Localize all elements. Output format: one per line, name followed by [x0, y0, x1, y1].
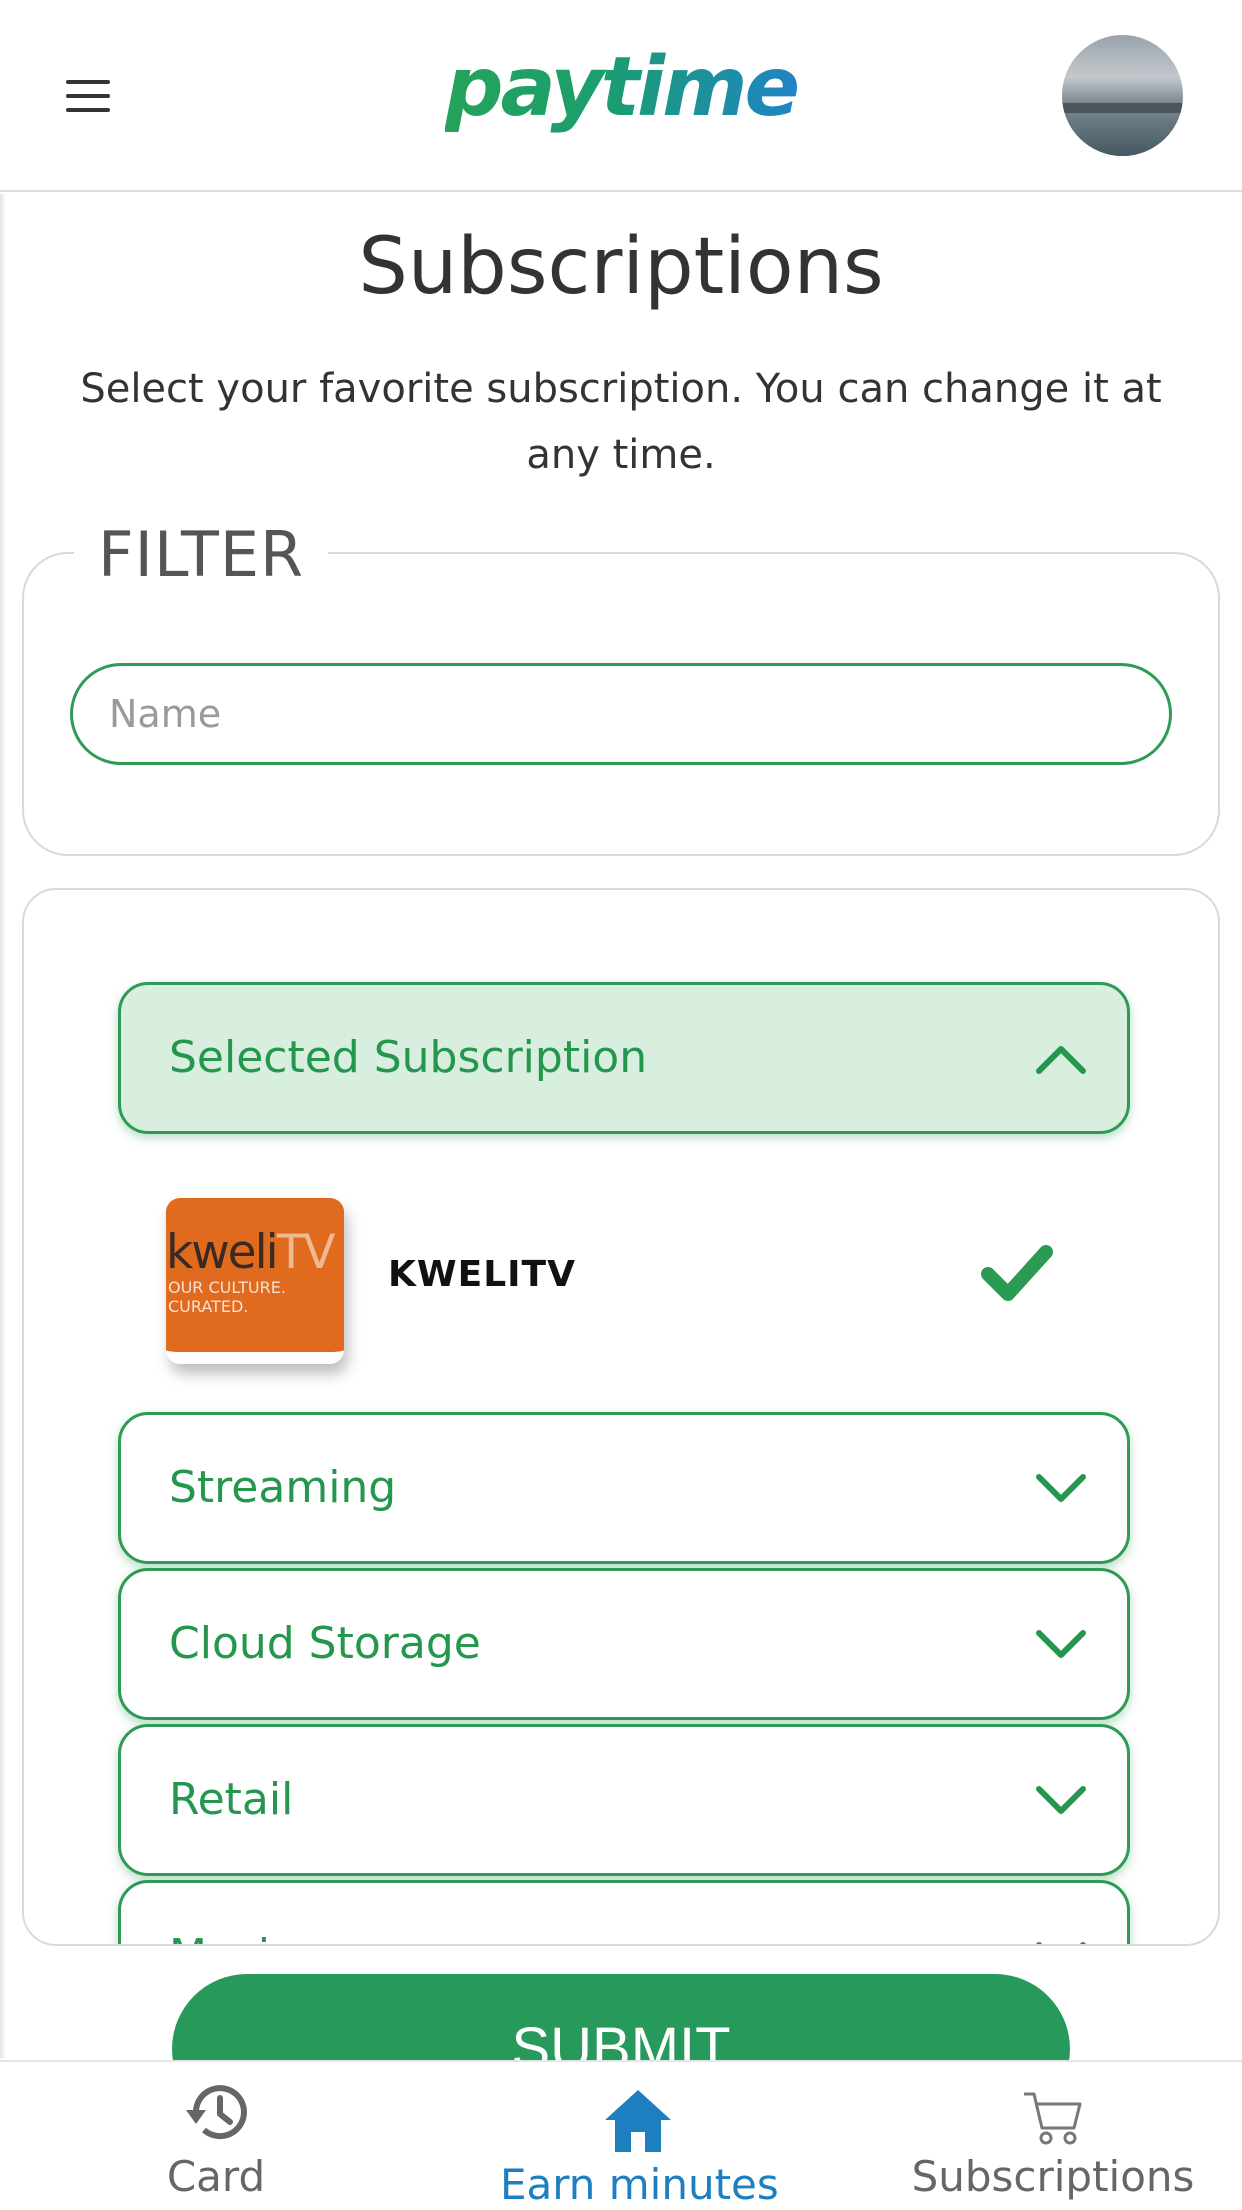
nav-item-subscriptions[interactable]: Subscriptions	[908, 2062, 1198, 2210]
subscription-list-card: Selected Subscription kweliTV OUR CULTUR…	[22, 888, 1220, 1946]
chevron-down-icon	[1036, 1786, 1086, 1814]
filter-legend: FILTER	[74, 518, 329, 591]
category-label: Cloud Storage	[169, 1618, 481, 1669]
cart-icon	[1024, 2092, 1082, 2145]
category-label: Music	[169, 1883, 294, 1944]
kwelitv-logo: kweliTV OUR CULTURE. CURATED.	[166, 1198, 344, 1364]
checkmark-icon	[981, 1245, 1053, 1301]
category-music[interactable]: Music	[118, 1880, 1130, 1944]
app-header: paytime	[0, 0, 1242, 192]
subscription-item-kwelitv[interactable]: kweliTV OUR CULTURE. CURATED. KWELITV	[118, 1190, 1130, 1374]
chevron-down-icon	[1036, 1630, 1086, 1658]
chevron-down-icon	[1036, 1474, 1086, 1502]
chevron-down-icon	[1036, 1942, 1086, 1944]
selected-subscription-header[interactable]: Selected Subscription	[118, 982, 1130, 1134]
nav-label: Earn minutes	[500, 2160, 779, 2209]
page-title: Subscriptions	[358, 222, 884, 312]
home-icon	[605, 2090, 671, 2152]
category-streaming[interactable]: Streaming	[118, 1412, 1130, 1564]
nav-item-card[interactable]: Card	[114, 2062, 318, 2210]
brand-logo: paytime	[444, 40, 800, 135]
user-avatar[interactable]	[1062, 35, 1183, 156]
category-label: Retail	[169, 1774, 294, 1825]
bottom-navigation: Card Earn minutes Subscriptions	[0, 2060, 1242, 2210]
nav-label: Card	[166, 2152, 266, 2201]
category-retail[interactable]: Retail	[118, 1724, 1130, 1876]
category-cloud-storage[interactable]: Cloud Storage	[118, 1568, 1130, 1720]
nav-label: Subscriptions	[911, 2152, 1195, 2201]
history-icon	[186, 2085, 247, 2140]
subscription-name: KWELITV	[388, 1254, 576, 1295]
name-filter-input[interactable]	[70, 663, 1172, 765]
content-edge-shadow	[0, 194, 6, 2058]
nav-item-earn-minutes[interactable]: Earn minutes	[500, 2062, 779, 2210]
category-label: Streaming	[169, 1462, 397, 1513]
selected-subscription-label: Selected Subscription	[169, 1032, 648, 1083]
chevron-up-icon	[1036, 1046, 1086, 1074]
page-subtitle: Select your favorite subscription. You c…	[80, 366, 1162, 478]
